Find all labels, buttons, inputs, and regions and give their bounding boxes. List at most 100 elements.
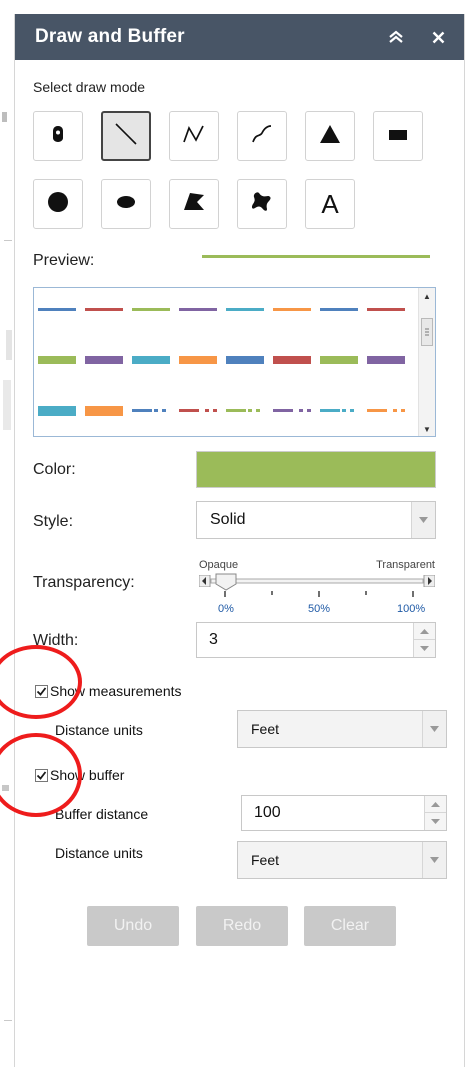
chevron-down-icon[interactable] (422, 842, 446, 878)
swatch-thin-line[interactable] (85, 308, 123, 311)
text-icon: A (321, 188, 339, 219)
swatch-dashed-line[interactable] (179, 409, 217, 412)
swatch-dashed-line[interactable] (132, 409, 166, 412)
swatch-dashed-line[interactable] (320, 409, 354, 412)
swatch-thick-line[interactable] (367, 356, 405, 364)
draw-point-button[interactable] (33, 111, 83, 161)
increment-icon[interactable] (414, 623, 435, 640)
measurement-units-label: Distance units (55, 722, 143, 738)
tick-0-label: 0% (218, 603, 234, 615)
rectangle-icon (389, 127, 407, 145)
draw-polyline-button[interactable] (169, 111, 219, 161)
polyline-icon (182, 123, 206, 150)
map-fragment (2, 112, 7, 122)
draw-freehand-line-button[interactable] (237, 111, 287, 161)
swatch-grid (38, 308, 405, 416)
preview-label: Preview: (33, 252, 95, 269)
swatch-thick-line[interactable] (85, 356, 123, 364)
line-style-swatch-list[interactable]: ▲ ▼ (33, 287, 436, 437)
map-fragment (4, 240, 12, 241)
opaque-label: Opaque (199, 559, 239, 571)
swatch-thick-line[interactable] (38, 356, 76, 364)
swatch-thin-line[interactable] (179, 308, 217, 311)
draw-triangle-button[interactable] (305, 111, 355, 161)
chevron-down-icon[interactable] (422, 711, 446, 747)
buffer-distance-label: Buffer distance (55, 806, 149, 822)
slider-handle[interactable] (215, 573, 237, 591)
draw-ellipse-button[interactable] (101, 179, 151, 229)
style-label: Style: (33, 513, 74, 530)
triangle-icon (319, 124, 341, 149)
redo-button[interactable]: Redo (196, 906, 288, 946)
map-fragment (4, 1020, 12, 1021)
draw-circle-button[interactable] (33, 179, 83, 229)
ellipse-icon (116, 195, 136, 214)
draw-mode-label: Select draw mode (33, 79, 146, 95)
swatch-dashed-line[interactable] (367, 409, 405, 412)
draw-rectangle-button[interactable] (373, 111, 423, 161)
swatch-thin-line[interactable] (367, 308, 405, 311)
slider-ticks (224, 591, 414, 597)
panel-titlebar: Draw and Buffer (15, 14, 464, 60)
draw-polygon-button[interactable] (169, 179, 219, 229)
swatch-thin-line[interactable] (132, 308, 170, 311)
width-stepper[interactable]: 3 (196, 622, 436, 658)
swatch-thin-line[interactable] (320, 308, 358, 311)
swatch-thickest-line[interactable] (85, 406, 123, 416)
swatch-dashed-line[interactable] (273, 409, 311, 412)
draw-text-button[interactable]: A (305, 179, 355, 229)
circle-icon (47, 191, 69, 218)
swatch-thick-line[interactable] (179, 356, 217, 364)
chevron-down-icon[interactable] (411, 502, 435, 538)
swatch-thickest-line[interactable] (38, 406, 76, 416)
decrement-icon[interactable] (414, 640, 435, 657)
draw-freehand-polygon-button[interactable] (237, 179, 287, 229)
width-value: 3 (209, 631, 218, 648)
buffer-distance-stepper[interactable]: 100 (241, 795, 447, 831)
freehand-polygon-icon (250, 191, 274, 218)
map-edge-left (0, 0, 14, 1067)
buffer-units-label: Distance units (55, 845, 143, 861)
buffer-distance-value: 100 (254, 804, 281, 821)
decrement-icon[interactable] (425, 813, 446, 830)
map-fragment (3, 380, 11, 430)
style-select-value: Solid (210, 511, 246, 528)
swatch-thick-line[interactable] (320, 356, 358, 364)
tick-100-label: 100% (397, 603, 426, 615)
point-pin-icon (51, 125, 65, 148)
polygon-icon (183, 192, 205, 217)
transparency-label: Transparency: (33, 574, 135, 591)
transparency-slider[interactable]: Opaque Transparent 0% 50% 100% (199, 559, 435, 619)
swatch-scrollbar[interactable]: ▲ ▼ (418, 288, 435, 436)
buffer-distance-spinner[interactable] (424, 796, 446, 830)
width-spinner[interactable] (413, 623, 435, 657)
swatch-thick-line[interactable] (273, 356, 311, 364)
measurement-units-select[interactable]: Feet (237, 710, 447, 748)
scroll-up-arrow-icon[interactable]: ▲ (423, 292, 431, 301)
tick-50-label: 50% (308, 603, 331, 615)
increment-icon[interactable] (425, 796, 446, 813)
swatch-thick-line[interactable] (132, 356, 170, 364)
color-picker[interactable] (196, 451, 436, 488)
double-chevron-up-icon[interactable] (384, 25, 408, 49)
swatch-thin-line[interactable] (273, 308, 311, 311)
swatch-thin-line[interactable] (38, 308, 76, 311)
transparent-label: Transparent (376, 559, 435, 571)
draw-line-button[interactable] (101, 111, 151, 161)
scroll-down-arrow-icon[interactable]: ▼ (423, 425, 431, 434)
scroll-thumb[interactable] (421, 318, 433, 346)
swatch-thick-line[interactable] (226, 356, 264, 364)
line-icon (113, 121, 139, 152)
undo-button[interactable]: Undo (87, 906, 179, 946)
map-fragment (6, 330, 12, 360)
swatch-thin-line[interactable] (226, 308, 264, 311)
style-select[interactable]: Solid (196, 501, 436, 539)
close-icon[interactable] (426, 25, 450, 49)
panel-title: Draw and Buffer (35, 26, 185, 47)
preview-line (202, 255, 430, 258)
clear-button[interactable]: Clear (304, 906, 396, 946)
measurement-units-value: Feet (251, 721, 280, 737)
buffer-units-value: Feet (251, 852, 280, 868)
buffer-units-select[interactable]: Feet (237, 841, 447, 879)
swatch-dashed-line[interactable] (226, 409, 260, 412)
